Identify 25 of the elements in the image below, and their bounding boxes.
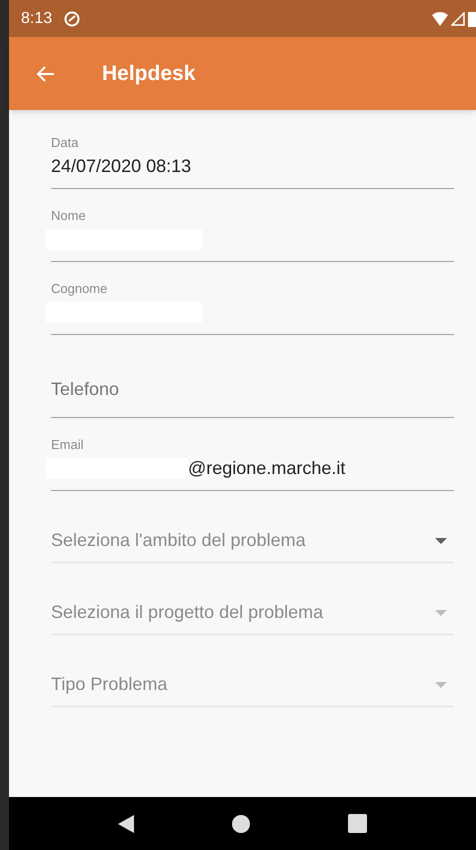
field-label: Data — [51, 134, 80, 152]
back-arrow-icon — [37, 66, 55, 82]
dropdown-placeholder: Seleziona il progetto del problema — [51, 601, 324, 624]
field-value: 24/07/2020 08:13 — [51, 154, 192, 178]
signal-icon — [451, 12, 465, 26]
text-field[interactable]: Email @regione.marche.it — [51, 418, 454, 491]
app-title: Helpdesk — [102, 60, 196, 87]
battery-icon — [468, 10, 476, 26]
field-label: Cognome — [51, 280, 108, 298]
phone-input[interactable]: Telefono — [51, 375, 454, 403]
text-field[interactable]: Telefono — [51, 335, 454, 418]
dropdown-placeholder: Tipo Problema — [51, 673, 168, 696]
field-value: @regione.marche.it — [188, 456, 346, 480]
home-circle-icon[interactable] — [232, 814, 250, 832]
wifi-icon — [432, 12, 448, 26]
status-time: 8:13 — [21, 8, 52, 28]
dropdown-field[interactable]: Seleziona l'ambito del problema — [51, 503, 454, 563]
text-field[interactable]: Data 24/07/2020 08:13 — [51, 116, 454, 189]
field-label: Email — [51, 436, 85, 454]
sync-icon — [64, 10, 80, 26]
dropdown-placeholder: Seleziona l'ambito del problema — [51, 529, 306, 552]
text-field[interactable]: Cognome — [51, 262, 454, 335]
back-triangle-icon[interactable] — [118, 814, 134, 832]
field-label: Nome — [51, 207, 87, 225]
text-field[interactable]: Nome — [51, 189, 454, 262]
